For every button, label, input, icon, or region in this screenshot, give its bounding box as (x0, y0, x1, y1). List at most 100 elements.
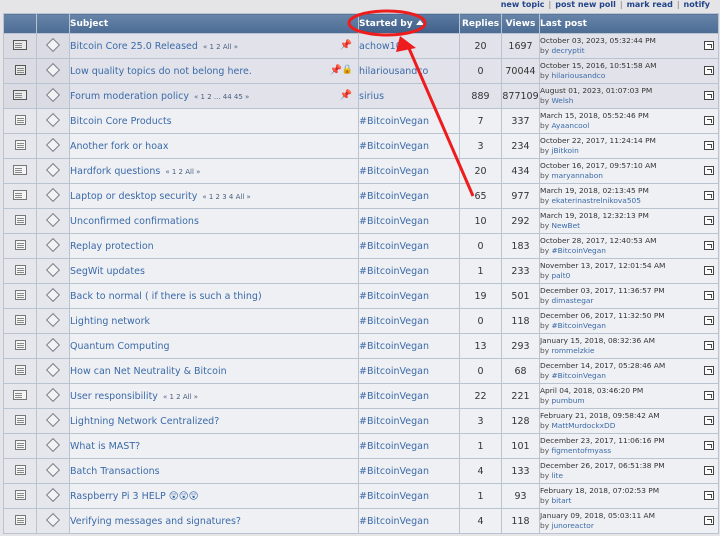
topic-subject-link[interactable]: SegWit updates (71, 266, 145, 277)
table-row[interactable]: What is MAST? #BitcoinVegan 1 101 Decemb… (3, 433, 719, 459)
go-to-last-post-icon[interactable] (704, 166, 714, 175)
starter-username[interactable]: #BitcoinVegan (360, 416, 430, 427)
last-post-user[interactable]: dimastegar (551, 296, 593, 305)
go-to-last-post-icon[interactable] (704, 191, 714, 200)
starter-username[interactable]: sirius (360, 91, 385, 102)
last-post-user[interactable]: Welsh (551, 96, 573, 105)
last-post-user[interactable]: figmentofmyass (551, 446, 611, 455)
last-post-user[interactable]: decryptit (551, 46, 584, 55)
last-post-user[interactable]: #BitcoinVegan (551, 246, 605, 255)
header-subject[interactable]: Subject (69, 13, 359, 34)
go-to-last-post-icon[interactable] (704, 66, 714, 75)
starter-username[interactable]: #BitcoinVegan (360, 316, 430, 327)
starter-username[interactable]: #BitcoinVegan (360, 291, 430, 302)
table-row[interactable]: SegWit updates #BitcoinVegan 1 233 Novem… (3, 258, 719, 284)
table-row[interactable]: Hardfork questions « 1 2 All » #BitcoinV… (3, 158, 719, 184)
starter-username[interactable]: #BitcoinVegan (360, 216, 430, 227)
table-row[interactable]: Replay protection #BitcoinVegan 0 183 Oc… (3, 233, 719, 259)
topic-subject-link[interactable]: Lighting network (71, 316, 151, 327)
go-to-last-post-icon[interactable] (704, 241, 714, 250)
table-row[interactable]: Quantum Computing #BitcoinVegan 13 293 J… (3, 333, 719, 359)
topic-subject-link[interactable]: Verifying messages and signatures? (71, 516, 241, 527)
new-topic-link[interactable]: new topic (501, 0, 545, 9)
go-to-last-post-icon[interactable] (704, 116, 714, 125)
header-started-by[interactable]: Started by (358, 13, 460, 34)
topic-subject-link[interactable]: Another fork or hoax (71, 141, 169, 152)
go-to-last-post-icon[interactable] (704, 141, 714, 150)
starter-username[interactable]: #BitcoinVegan (360, 266, 430, 277)
starter-username[interactable]: hilariousandco (360, 66, 429, 77)
topic-subject-link[interactable]: User responsibility (71, 391, 158, 402)
go-to-last-post-icon[interactable] (704, 91, 714, 100)
header-last-post[interactable]: Last post (539, 13, 719, 34)
starter-username[interactable]: #BitcoinVegan (360, 141, 430, 152)
go-to-last-post-icon[interactable] (704, 41, 714, 50)
last-post-user[interactable]: NewBet (551, 221, 580, 230)
topic-subject-link[interactable]: Forum moderation policy (71, 91, 190, 102)
last-post-user[interactable]: jBitkoin (551, 146, 578, 155)
topic-subject-link[interactable]: Batch Transactions (71, 466, 160, 477)
table-row[interactable]: Laptop or desktop security « 1 2 3 4 All… (3, 183, 719, 209)
topic-subject-link[interactable]: Hardfork questions (71, 166, 161, 177)
table-row[interactable]: Bitcoin Core 25.0 Released « 1 2 All » 📌… (3, 33, 719, 59)
go-to-last-post-icon[interactable] (704, 441, 714, 450)
topic-subject-link[interactable]: Unconfirmed confirmations (71, 216, 199, 227)
table-row[interactable]: User responsibility « 1 2 All » #Bitcoin… (3, 383, 719, 409)
header-views[interactable]: Views (501, 13, 540, 34)
last-post-user[interactable]: Ayaancool (551, 121, 589, 130)
table-row[interactable]: Batch Transactions #BitcoinVegan 4 133 D… (3, 458, 719, 484)
go-to-last-post-icon[interactable] (704, 516, 714, 525)
topic-subject-link[interactable]: Bitcoin Core Products (71, 116, 172, 127)
topic-subject-link[interactable]: Lightning Network Centralized? (71, 416, 220, 427)
starter-username[interactable]: #BitcoinVegan (360, 166, 430, 177)
go-to-last-post-icon[interactable] (704, 316, 714, 325)
topic-subject-link[interactable]: Back to normal ( if there is such a thin… (71, 291, 262, 302)
starter-username[interactable]: #BitcoinVegan (360, 491, 430, 502)
starter-username[interactable]: #BitcoinVegan (360, 116, 430, 127)
notify-link[interactable]: notify (684, 0, 710, 9)
topic-subject-link[interactable]: Laptop or desktop security (71, 191, 198, 202)
table-row[interactable]: Forum moderation policy « 1 2 ... 44 45 … (3, 83, 719, 109)
last-post-user[interactable]: hilariousandco (551, 71, 605, 80)
topic-pages[interactable]: « 1 2 All » (163, 393, 198, 401)
table-row[interactable]: Low quality topics do not belong here. 📌… (3, 58, 719, 84)
go-to-last-post-icon[interactable] (704, 491, 714, 500)
starter-username[interactable]: #BitcoinVegan (360, 391, 430, 402)
last-post-user[interactable]: junoreactor (551, 521, 593, 530)
table-row[interactable]: Lighting network #BitcoinVegan 0 118 Dec… (3, 308, 719, 334)
topic-subject-link[interactable]: Low quality topics do not belong here. (71, 66, 252, 77)
starter-username[interactable]: #BitcoinVegan (360, 441, 430, 452)
table-row[interactable]: Bitcoin Core Products #BitcoinVegan 7 33… (3, 108, 719, 134)
table-row[interactable]: Another fork or hoax #BitcoinVegan 3 234… (3, 133, 719, 159)
last-post-user[interactable]: rommelzkie (551, 346, 594, 355)
topic-pages[interactable]: « 1 2 All » (203, 43, 238, 51)
topic-subject-link[interactable]: Quantum Computing (71, 341, 170, 352)
topic-pages[interactable]: « 1 2 3 4 All » (202, 193, 250, 201)
header-replies[interactable]: Replies (459, 13, 502, 34)
starter-username[interactable]: #BitcoinVegan (360, 466, 430, 477)
go-to-last-post-icon[interactable] (704, 341, 714, 350)
last-post-user[interactable]: bitart (551, 496, 571, 505)
last-post-user[interactable]: #BitcoinVegan (551, 321, 605, 330)
starter-username[interactable]: #BitcoinVegan (360, 516, 430, 527)
mark-read-link[interactable]: mark read (627, 0, 673, 9)
last-post-user[interactable]: maryannabon (551, 171, 602, 180)
starter-username[interactable]: #BitcoinVegan (360, 341, 430, 352)
go-to-last-post-icon[interactable] (704, 416, 714, 425)
table-row[interactable]: Lightning Network Centralized? #BitcoinV… (3, 408, 719, 434)
starter-username[interactable]: achow101 (360, 41, 408, 52)
table-row[interactable]: Verifying messages and signatures? #Bitc… (3, 508, 719, 534)
go-to-last-post-icon[interactable] (704, 466, 714, 475)
last-post-user[interactable]: palt0 (551, 271, 570, 280)
last-post-user[interactable]: pumbum (551, 396, 584, 405)
starter-username[interactable]: #BitcoinVegan (360, 191, 430, 202)
topic-subject-link[interactable]: Replay protection (71, 241, 154, 252)
table-row[interactable]: Unconfirmed confirmations #BitcoinVegan … (3, 208, 719, 234)
topic-subject-link[interactable]: Bitcoin Core 25.0 Released (71, 41, 198, 52)
post-new-poll-link[interactable]: post new poll (555, 0, 616, 9)
last-post-user[interactable]: ekaterinastrelnikova505 (551, 196, 641, 205)
starter-username[interactable]: #BitcoinVegan (360, 241, 430, 252)
table-row[interactable]: Raspberry Pi 3 HELP 😲😲😲 #BitcoinVegan 1 … (3, 483, 719, 509)
table-row[interactable]: How can Net Neutrality & Bitcoin #Bitcoi… (3, 358, 719, 384)
topic-subject-link[interactable]: What is MAST? (71, 441, 141, 452)
